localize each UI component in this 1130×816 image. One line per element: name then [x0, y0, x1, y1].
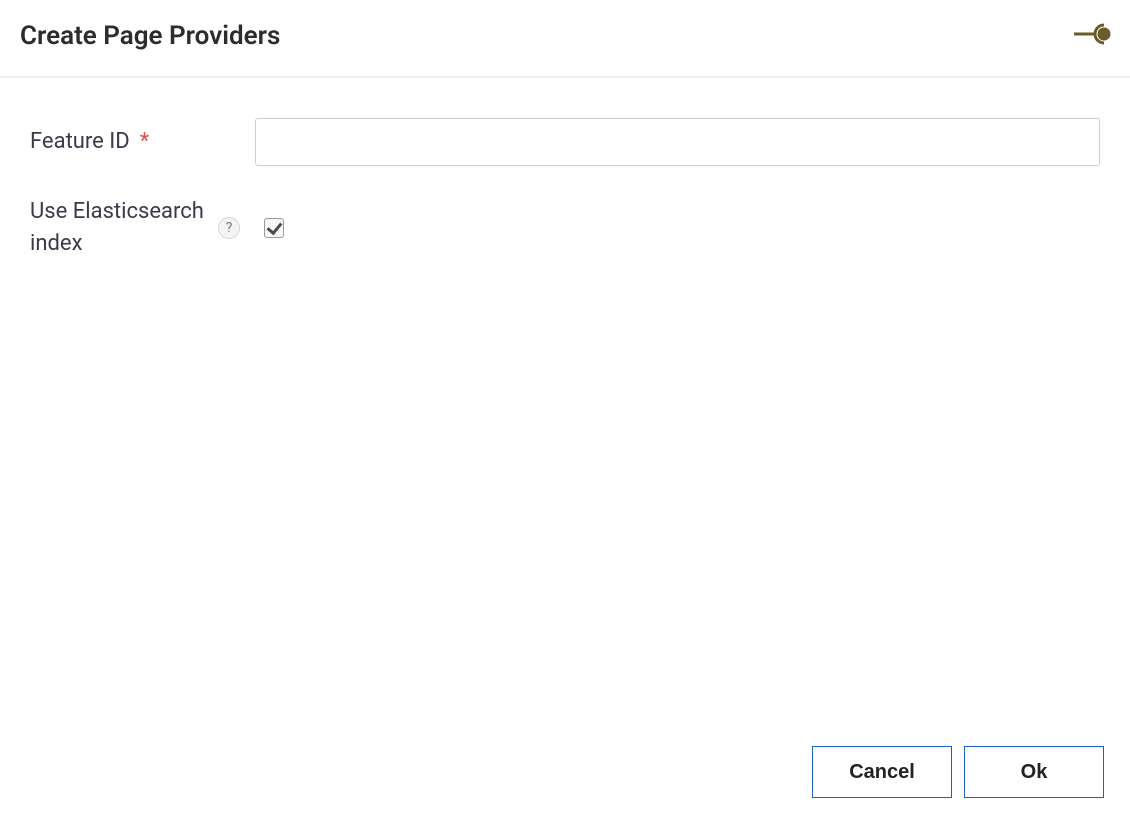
use-es-index-label: Use Elasticsearch index: [30, 196, 210, 260]
create-page-providers-dialog: Create Page Providers Feature ID * Use E…: [0, 0, 1130, 816]
required-marker: *: [140, 126, 149, 158]
feature-id-input[interactable]: [255, 118, 1100, 166]
help-icon[interactable]: ?: [218, 217, 240, 239]
dialog-title: Create Page Providers: [20, 21, 280, 51]
feature-id-label: Feature ID: [30, 126, 130, 158]
feature-id-input-col: [255, 118, 1100, 166]
use-es-index-label-col: Use Elasticsearch index: [30, 196, 210, 260]
ok-button[interactable]: Ok: [964, 746, 1104, 798]
form-body: Feature ID * Use Elasticsearch index ?: [0, 78, 1130, 746]
feature-id-row: Feature ID *: [30, 118, 1100, 166]
dialog-footer: Cancel Ok: [0, 746, 1130, 816]
cancel-button[interactable]: Cancel: [812, 746, 952, 798]
use-es-index-checkbox[interactable]: [264, 218, 284, 238]
dialog-header: Create Page Providers: [0, 0, 1130, 78]
use-es-index-checkbox-wrap: [264, 218, 284, 238]
branch-icon: [1072, 20, 1114, 52]
feature-id-label-col: Feature ID *: [30, 126, 255, 158]
use-es-index-row: Use Elasticsearch index ?: [30, 196, 1100, 260]
